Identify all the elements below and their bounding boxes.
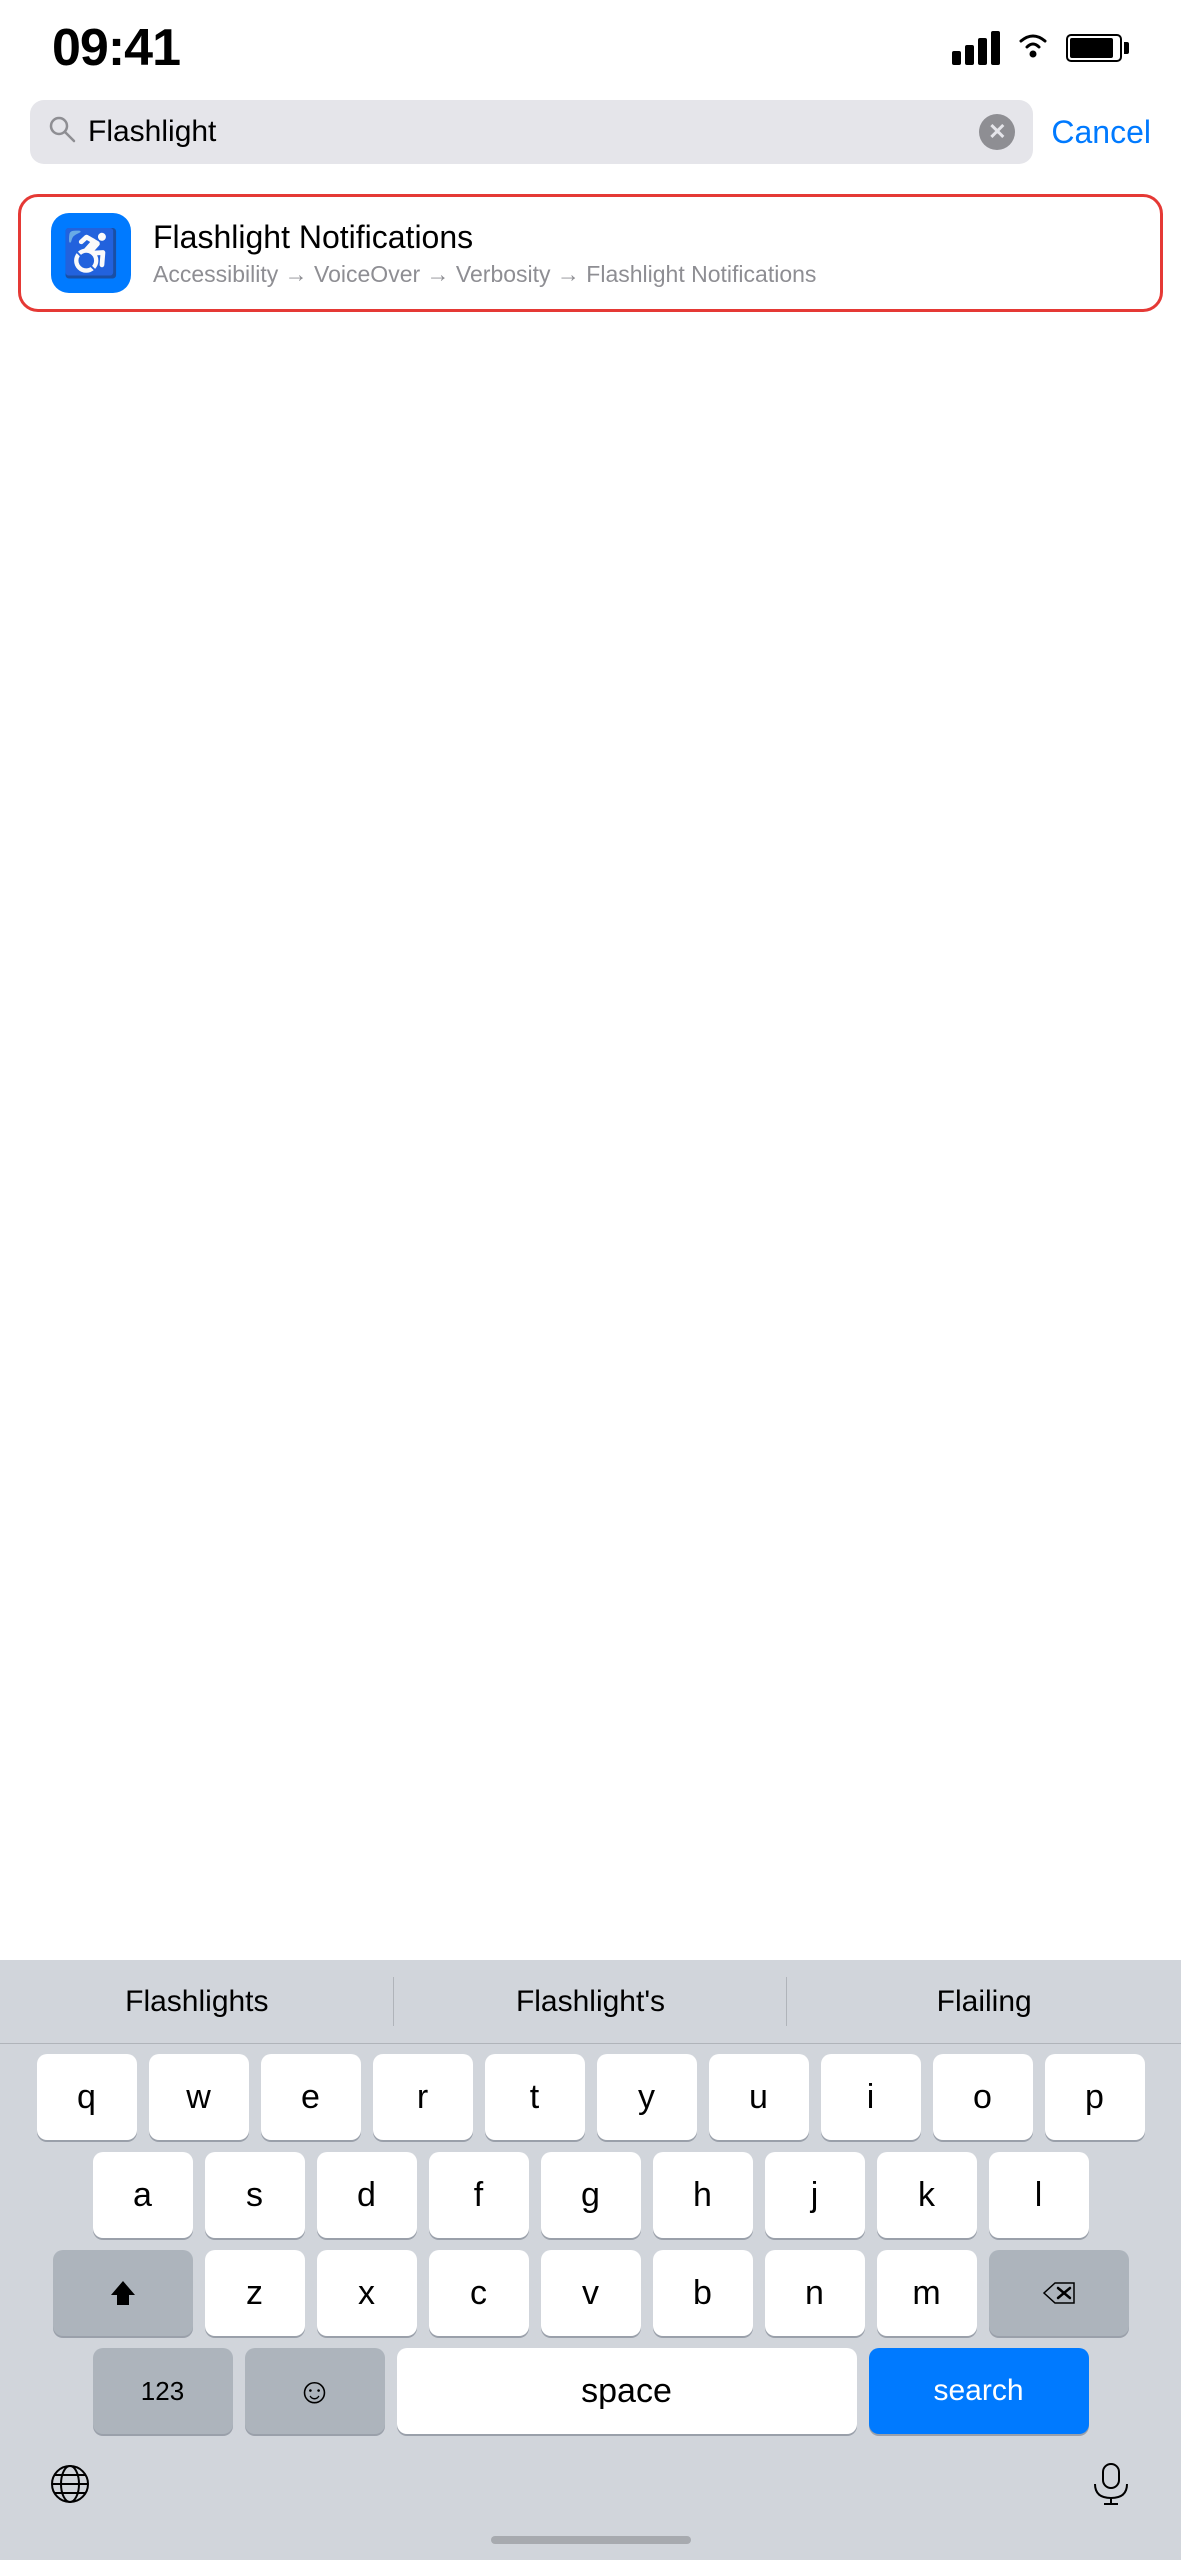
- cancel-button[interactable]: Cancel: [1051, 114, 1151, 151]
- home-indicator: [0, 2526, 1181, 2560]
- key-z[interactable]: z: [205, 2250, 305, 2336]
- autocomplete-flashlights[interactable]: Flashlights: [0, 1960, 394, 2043]
- delete-key[interactable]: [989, 2250, 1129, 2336]
- search-bar-container: Flashlight ✕ Cancel: [0, 88, 1181, 176]
- key-l[interactable]: l: [989, 2152, 1089, 2238]
- search-key[interactable]: search: [869, 2348, 1089, 2434]
- keyboard: Flashlights Flashlight's Flailing q w e …: [0, 1960, 1181, 2560]
- key-h[interactable]: h: [653, 2152, 753, 2238]
- battery-icon: [1066, 34, 1129, 62]
- key-o[interactable]: o: [933, 2054, 1033, 2140]
- result-text: Flashlight Notifications Accessibility →…: [153, 219, 816, 288]
- status-icons: [952, 29, 1129, 68]
- key-m[interactable]: m: [877, 2250, 977, 2336]
- search-icon: [48, 115, 76, 150]
- key-c[interactable]: c: [429, 2250, 529, 2336]
- emoji-key[interactable]: ☺: [245, 2348, 385, 2434]
- keyboard-bottom-row: [0, 2440, 1181, 2526]
- globe-icon[interactable]: [30, 2454, 110, 2514]
- key-q[interactable]: q: [37, 2054, 137, 2140]
- key-i[interactable]: i: [821, 2054, 921, 2140]
- key-x[interactable]: x: [317, 2250, 417, 2336]
- key-j[interactable]: j: [765, 2152, 865, 2238]
- home-bar: [491, 2536, 691, 2544]
- key-u[interactable]: u: [709, 2054, 809, 2140]
- result-item[interactable]: ♿ Flashlight Notifications Accessibility…: [18, 194, 1163, 312]
- wifi-icon: [1014, 29, 1052, 68]
- result-title: Flashlight Notifications: [153, 219, 816, 256]
- key-g[interactable]: g: [541, 2152, 641, 2238]
- key-y[interactable]: y: [597, 2054, 697, 2140]
- key-p[interactable]: p: [1045, 2054, 1145, 2140]
- key-k[interactable]: k: [877, 2152, 977, 2238]
- numbers-key[interactable]: 123: [93, 2348, 233, 2434]
- key-f[interactable]: f: [429, 2152, 529, 2238]
- autocomplete-flashlights-possessive[interactable]: Flashlight's: [394, 1960, 788, 2043]
- shift-key[interactable]: [53, 2250, 193, 2336]
- key-d[interactable]: d: [317, 2152, 417, 2238]
- key-a[interactable]: a: [93, 2152, 193, 2238]
- keyboard-rows: q w e r t y u i o p a s d f g h j k l: [0, 2044, 1181, 2440]
- key-b[interactable]: b: [653, 2250, 753, 2336]
- signal-icon: [952, 31, 1000, 65]
- key-t[interactable]: t: [485, 2054, 585, 2140]
- status-bar: 09:41: [0, 0, 1181, 88]
- key-e[interactable]: e: [261, 2054, 361, 2140]
- accessibility-icon: ♿: [51, 213, 131, 293]
- key-w[interactable]: w: [149, 2054, 249, 2140]
- search-input[interactable]: Flashlight: [88, 115, 967, 149]
- status-time: 09:41: [52, 18, 180, 78]
- space-key[interactable]: space: [397, 2348, 857, 2434]
- search-input-wrapper[interactable]: Flashlight ✕: [30, 100, 1033, 164]
- key-row-4: 123 ☺ space search: [6, 2348, 1175, 2434]
- key-s[interactable]: s: [205, 2152, 305, 2238]
- autocomplete-bar: Flashlights Flashlight's Flailing: [0, 1960, 1181, 2044]
- key-row-2: a s d f g h j k l: [6, 2152, 1175, 2238]
- search-clear-button[interactable]: ✕: [979, 114, 1015, 150]
- key-v[interactable]: v: [541, 2250, 641, 2336]
- key-r[interactable]: r: [373, 2054, 473, 2140]
- microphone-icon[interactable]: [1071, 2454, 1151, 2514]
- autocomplete-flailing[interactable]: Flailing: [787, 1960, 1181, 2043]
- key-n[interactable]: n: [765, 2250, 865, 2336]
- search-results: ♿ Flashlight Notifications Accessibility…: [0, 176, 1181, 330]
- key-row-3: z x c v b n m: [6, 2250, 1175, 2336]
- result-breadcrumb: Accessibility → VoiceOver → Verbosity → …: [153, 261, 816, 288]
- key-row-1: q w e r t y u i o p: [6, 2054, 1175, 2140]
